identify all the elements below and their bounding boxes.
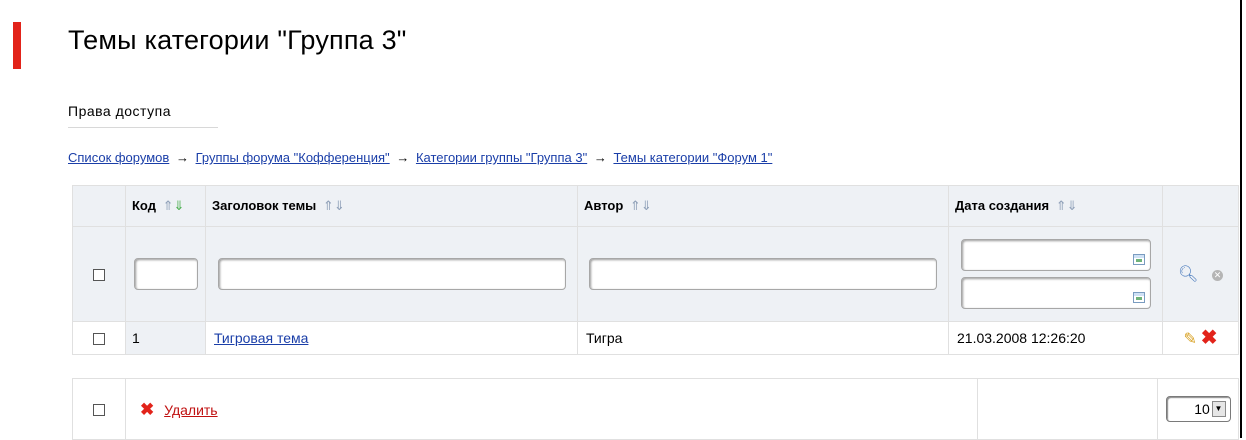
breadcrumb-separator: → — [593, 150, 607, 165]
sort-arrows-icon[interactable]: ⇑⇓ — [630, 198, 652, 213]
topics-table: Код ⇑⇓ Заголовок темы ⇑⇓ Автор ⇑⇓ Дата с… — [72, 185, 1239, 355]
filter-title-cell — [205, 226, 578, 322]
table-header-row: Код ⇑⇓ Заголовок темы ⇑⇓ Автор ⇑⇓ Дата с… — [72, 185, 1239, 227]
sort-asc-icon[interactable]: ⇑ — [323, 198, 334, 213]
column-header-label: Заголовок темы — [212, 198, 317, 213]
tab-access-rights[interactable]: Права доступа — [68, 103, 218, 128]
select-all-checkbox[interactable] — [93, 269, 105, 282]
sort-arrows-icon[interactable]: ⇑⇓ — [323, 198, 345, 213]
table-footer: ✖ Удалить 10 ▼ — [72, 378, 1239, 440]
breadcrumb-group-categories[interactable]: Категории группы "Группа 3" — [416, 150, 587, 165]
filter-row: 🔍︎ ✕ — [72, 226, 1239, 322]
cancel-icon[interactable]: ✕ — [1211, 270, 1223, 282]
filter-date-to-input[interactable] — [960, 277, 1151, 309]
row-author: Тигра — [577, 321, 949, 355]
delete-icon[interactable]: ✖ — [140, 400, 154, 419]
search-icon[interactable]: 🔍︎ — [1178, 266, 1198, 283]
pencil-icon[interactable]: ✎ — [1183, 331, 1196, 348]
sort-arrows-icon[interactable]: ⇑⇓ — [1056, 198, 1078, 213]
filter-date-from-input[interactable] — [960, 239, 1151, 271]
footer-row: ✖ Удалить 10 ▼ — [72, 378, 1239, 440]
footer-spacer-cell — [977, 378, 1158, 440]
sort-desc-icon[interactable]: ⇓ — [334, 198, 345, 213]
breadcrumb: Список форумов → Группы форума "Кофферен… — [68, 150, 772, 165]
sort-arrows-icon[interactable]: ⇑⇓ — [163, 198, 185, 213]
delete-icon[interactable]: ✖ — [1201, 327, 1218, 349]
row-title-cell: Тигровая тема — [205, 321, 578, 355]
breadcrumb-forum-list[interactable]: Список форумов — [68, 150, 169, 165]
breadcrumb-forum-groups[interactable]: Группы форума "Кофференция" — [196, 150, 390, 165]
sort-desc-icon[interactable]: ⇓ — [1067, 198, 1078, 213]
column-header-author[interactable]: Автор ⇑⇓ — [577, 185, 949, 227]
table-row: 1 Тигровая тема Тигра 21.03.2008 12:26:2… — [72, 321, 1239, 355]
breadcrumb-separator: → — [396, 150, 410, 165]
sort-asc-icon[interactable]: ⇑ — [1056, 198, 1067, 213]
column-header-label: Дата создания — [955, 198, 1050, 213]
row-actions-cell: ✎ ✖ — [1162, 321, 1239, 355]
page-size-value: 10 — [1194, 401, 1210, 417]
row-created: 21.03.2008 12:26:20 — [948, 321, 1163, 355]
column-header-label: Код — [132, 198, 156, 213]
chevron-down-icon[interactable]: ▼ — [1211, 401, 1226, 417]
calendar-icon[interactable] — [1132, 292, 1145, 303]
filter-code-input[interactable] — [133, 258, 198, 290]
breadcrumb-category-topics[interactable]: Темы категории "Форум 1" — [613, 150, 772, 165]
page-border — [1240, 0, 1242, 438]
sort-asc-icon[interactable]: ⇑ — [163, 198, 174, 213]
sort-desc-icon[interactable]: ⇓ — [174, 198, 185, 213]
page-size-cell: 10 ▼ — [1157, 378, 1239, 440]
breadcrumb-separator: → — [175, 150, 189, 165]
page-title: Темы категории "Группа 3" — [68, 25, 407, 55]
filter-title-input[interactable] — [217, 258, 566, 290]
footer-actions-cell: ✖ Удалить — [125, 378, 978, 440]
actions-column-header — [1162, 185, 1239, 227]
filter-code-cell — [125, 226, 206, 322]
filter-select-cell — [72, 226, 126, 322]
row-checkbox[interactable] — [93, 333, 105, 346]
row-select-cell — [72, 321, 126, 355]
sort-desc-icon[interactable]: ⇓ — [641, 198, 652, 213]
column-header-created[interactable]: Дата создания ⇑⇓ — [948, 185, 1163, 227]
column-header-code[interactable]: Код ⇑⇓ — [125, 185, 206, 227]
page-size-select[interactable]: 10 ▼ — [1165, 396, 1231, 422]
delete-selected-link[interactable]: Удалить — [164, 402, 217, 418]
column-header-title[interactable]: Заголовок темы ⇑⇓ — [205, 185, 578, 227]
filter-date-cell — [948, 226, 1163, 322]
column-header-label: Автор — [584, 198, 624, 213]
row-title-link[interactable]: Тигровая тема — [214, 330, 308, 346]
sort-asc-icon[interactable]: ⇑ — [630, 198, 641, 213]
calendar-icon[interactable] — [1132, 254, 1145, 265]
row-code: 1 — [125, 321, 206, 355]
filter-author-cell — [577, 226, 949, 322]
footer-select-cell — [72, 378, 126, 440]
footer-select-checkbox[interactable] — [93, 404, 105, 417]
title-accent-bar — [13, 22, 21, 69]
filter-actions-cell: 🔍︎ ✕ — [1162, 226, 1239, 322]
filter-author-input[interactable] — [589, 258, 937, 290]
select-column-header — [72, 185, 126, 227]
